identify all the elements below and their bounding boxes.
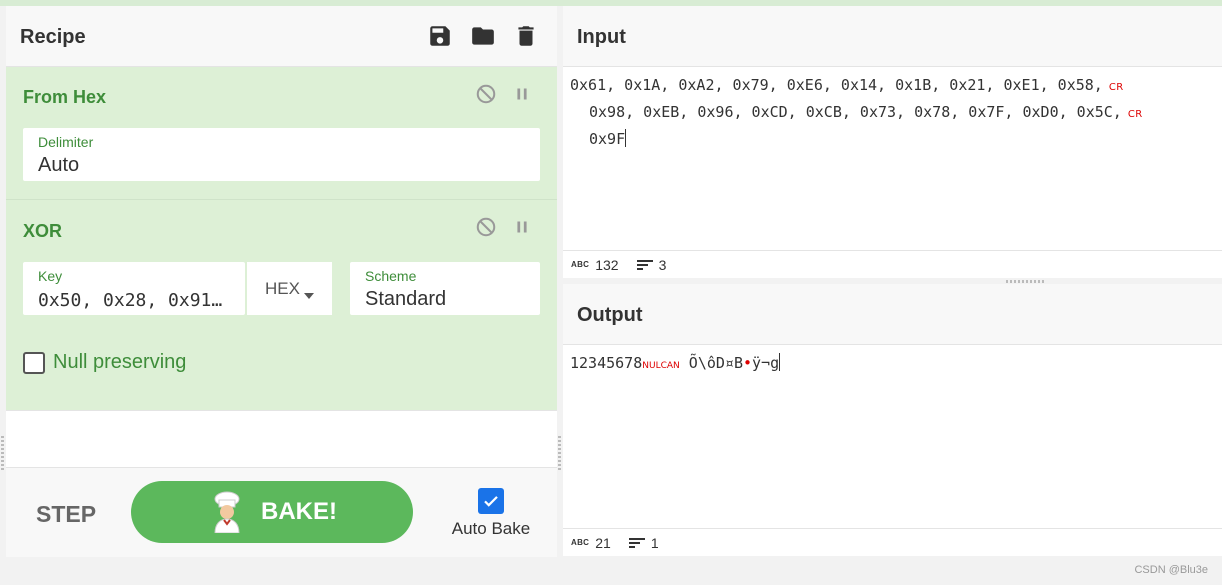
input-pane: Input 0x61, 0x1A, 0xA2, 0x79, 0xE6, 0x14… [563, 6, 1222, 278]
input-line: 0x98, 0xEB, 0x96, 0xCD, 0xCB, 0x73, 0x78… [589, 103, 1143, 121]
watermark: CSDN @Blu3e [1134, 564, 1208, 576]
delimiter-value: Auto [38, 154, 80, 176]
input-textarea[interactable]: 0x61, 0x1A, 0xA2, 0x79, 0xE6, 0x14, 0x1B… [570, 73, 1208, 151]
bake-bar: STEP BAKE! Auto Bake [6, 467, 557, 558]
auto-bake-option: Auto Bake [446, 488, 536, 539]
auto-bake-checkbox[interactable] [478, 488, 504, 514]
scheme-label: Scheme [365, 268, 417, 284]
input-length-stat: ABC 132 [571, 257, 619, 273]
key-field[interactable]: Key 0x50, 0x28, 0x91… [23, 262, 245, 315]
step-button[interactable]: STEP [36, 501, 96, 528]
input-status-bar: ABC 132 3 [563, 250, 1222, 278]
delimiter-field[interactable]: Delimiter Auto [23, 128, 540, 181]
input-header: Input [563, 6, 1222, 67]
control-char-marker: NULCAN [642, 361, 680, 371]
output-length: 21 [595, 534, 611, 551]
bake-button[interactable]: BAKE! [131, 481, 413, 543]
output-text[interactable]: 12345678NULCAN Õ\ôD¤B•ÿ¬g [570, 351, 1208, 378]
output-header: Output [563, 284, 1222, 345]
input-line: 0x61, 0x1A, 0xA2, 0x79, 0xE6, 0x14, 0x1B… [570, 76, 1124, 94]
recipe-title: Recipe [20, 26, 86, 48]
disable-icon[interactable] [475, 83, 497, 105]
operation-from-hex: From Hex Delimiter Auto [6, 67, 557, 199]
lines-icon [636, 259, 653, 270]
input-lines-stat: 3 [636, 256, 667, 273]
recipe-pane: Recipe From Hex Delimiter Auto XOR Key 0… [6, 6, 557, 585]
output-pane: Output 12345678NULCAN Õ\ôD¤B•ÿ¬g ABC 21 … [563, 284, 1222, 556]
output-line: 12345678NULCAN Õ\ôD¤B•ÿ¬g [570, 353, 781, 372]
recipe-operations: From Hex Delimiter Auto XOR Key 0x50, 0x… [6, 67, 557, 410]
output-line-count: 1 [650, 534, 659, 551]
check-icon [484, 496, 498, 507]
input-line: 0x9F [589, 129, 627, 148]
resize-handle[interactable] [1, 436, 4, 472]
operation-xor: XOR Key 0x50, 0x28, 0x91… HEX Scheme Sta… [6, 200, 557, 410]
key-value: 0x50, 0x28, 0x91… [38, 290, 223, 311]
key-format-value: HEX [265, 279, 300, 298]
resize-handle[interactable] [558, 436, 561, 472]
output-status-bar: ABC 21 1 [563, 528, 1222, 556]
trash-icon[interactable] [513, 23, 539, 49]
caret-down-icon [304, 284, 314, 304]
null-preserving-checkbox[interactable] [23, 351, 45, 374]
carriage-return-marker: CR [1127, 109, 1143, 120]
operation-title: From Hex [23, 87, 107, 107]
chef-icon [214, 491, 240, 533]
output-title: Output [577, 304, 643, 326]
operation-title: XOR [23, 221, 63, 241]
input-line-count: 3 [658, 256, 667, 273]
abc-icon: ABC [571, 260, 590, 269]
lines-icon [628, 537, 645, 548]
folder-icon[interactable] [470, 23, 496, 49]
output-lines-stat: 1 [628, 534, 659, 551]
delimiter-label: Delimiter [38, 134, 94, 150]
null-preserving-option: Null preserving [23, 351, 186, 374]
save-icon[interactable] [427, 23, 453, 49]
resize-handle[interactable] [1006, 280, 1044, 283]
carriage-return-marker: CR [1108, 82, 1124, 93]
input-title: Input [577, 26, 626, 48]
auto-bake-label: Auto Bake [451, 519, 531, 538]
text-cursor [779, 353, 781, 371]
pause-icon[interactable] [511, 83, 533, 105]
pause-icon[interactable] [511, 216, 533, 238]
key-label: Key [38, 268, 63, 284]
input-length: 132 [595, 256, 619, 273]
recipe-header: Recipe [6, 6, 557, 67]
output-length-stat: ABC 21 [571, 535, 611, 551]
control-char-dot: • [742, 354, 753, 372]
scheme-value: Standard [365, 288, 447, 310]
abc-icon: ABC [571, 538, 590, 547]
disable-icon[interactable] [475, 216, 497, 238]
scheme-field[interactable]: Scheme Standard [350, 262, 540, 315]
bake-label: BAKE! [261, 498, 337, 525]
recipe-bottom-strip [6, 557, 557, 585]
null-preserving-label: Null preserving [53, 351, 187, 373]
key-format-dropdown[interactable]: HEX [247, 262, 332, 315]
operations-end-divider [6, 410, 557, 411]
text-cursor [625, 129, 627, 147]
